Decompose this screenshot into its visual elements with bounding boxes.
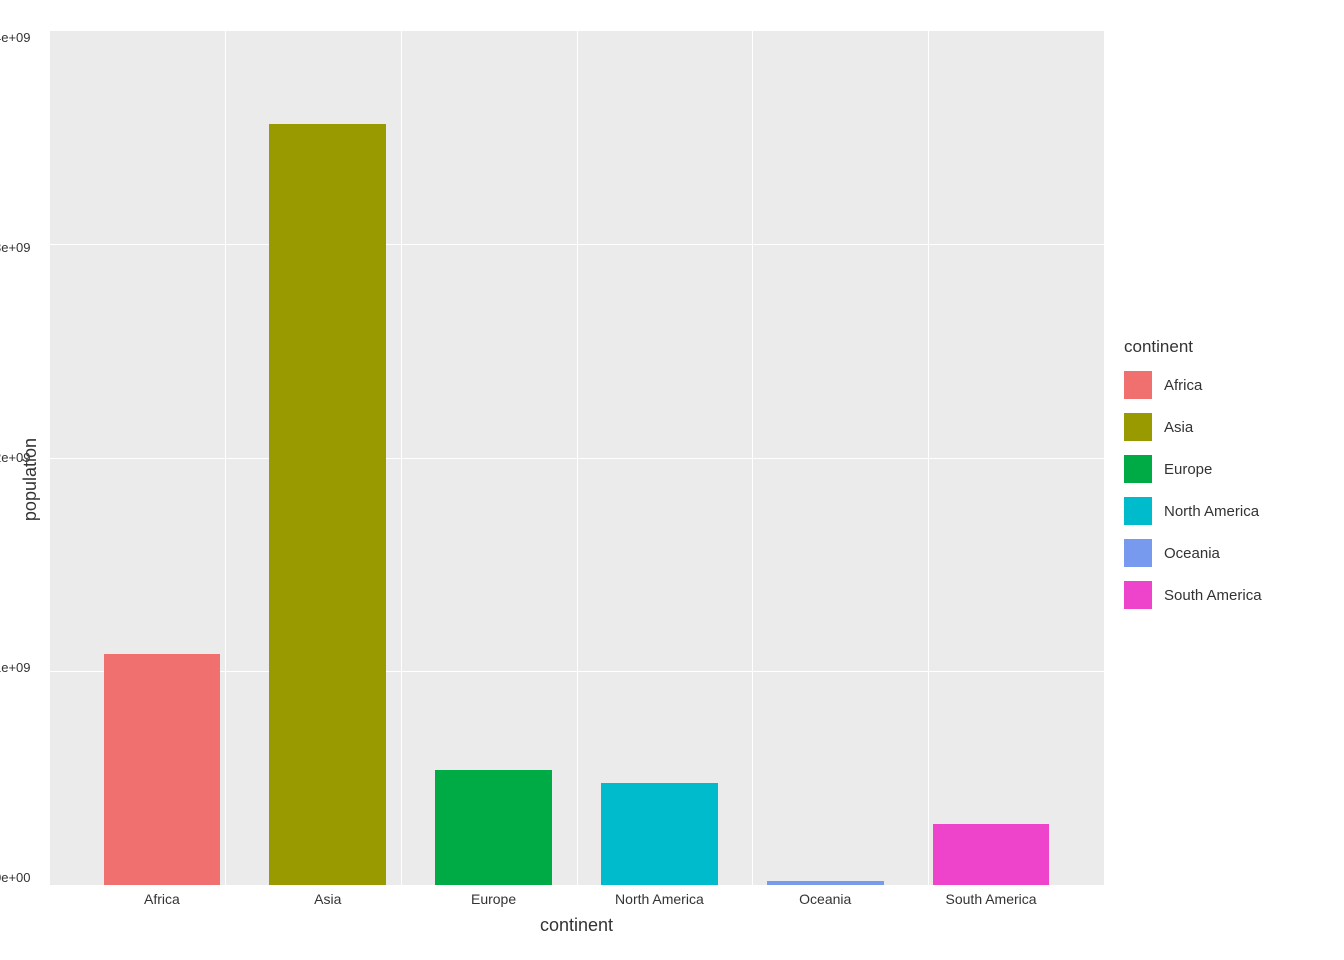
bar-group-north-america — [586, 30, 732, 885]
bar-north-america — [601, 783, 718, 885]
legend-label-south-america: South America — [1164, 587, 1262, 604]
legend-item-oceania: Oceania — [1124, 539, 1304, 567]
bar-africa — [104, 654, 221, 885]
x-label-asia: Asia — [255, 891, 401, 907]
x-axis-title: continent — [49, 915, 1104, 936]
legend-color-asia — [1124, 413, 1152, 441]
x-axis-labels: Africa Asia Europe North America Oceania… — [49, 891, 1104, 907]
legend-color-europe — [1124, 455, 1152, 483]
y-tick-5: 4e+09 — [0, 30, 31, 45]
legend-label-north-america: North America — [1164, 503, 1259, 520]
bar-group-europe — [421, 30, 567, 885]
x-label-oceania: Oceania — [752, 891, 898, 907]
x-label-africa: Africa — [89, 891, 235, 907]
x-label-europe: Europe — [421, 891, 567, 907]
bar-south-america — [933, 824, 1050, 885]
legend-color-north-america — [1124, 497, 1152, 525]
y-tick-1: 0e+00 — [0, 870, 31, 885]
legend-item-europe: Europe — [1124, 455, 1304, 483]
legend-item-south-america: South America — [1124, 581, 1304, 609]
plot-and-legend: 4e+09 3e+09 2e+09 1e+09 0e+00 — [49, 20, 1324, 940]
legend-title: continent — [1124, 337, 1304, 357]
legend-label-europe: Europe — [1164, 461, 1212, 478]
y-tick-4: 3e+09 — [0, 240, 31, 255]
grid-line-bottom — [49, 885, 1104, 886]
x-label-north-america: North America — [586, 891, 732, 907]
legend-item-africa: Africa — [1124, 371, 1304, 399]
grid-and-bars: 4e+09 3e+09 2e+09 1e+09 0e+00 — [49, 30, 1104, 885]
legend-color-africa — [1124, 371, 1152, 399]
bars-container — [49, 30, 1104, 885]
bar-europe — [435, 770, 552, 885]
y-tick-3: 2e+09 — [0, 450, 31, 465]
bar-group-oceania — [752, 30, 898, 885]
chart-container: population 4e+09 3e+09 2e+09 1e+09 0e+00 — [0, 0, 1344, 960]
x-label-south-america: South America — [918, 891, 1064, 907]
bar-oceania — [767, 881, 884, 885]
legend-item-north-america: North America — [1124, 497, 1304, 525]
y-axis-ticks: 4e+09 3e+09 2e+09 1e+09 0e+00 — [0, 30, 31, 885]
bar-group-south-america — [918, 30, 1064, 885]
legend: continent Africa Asia Europe — [1104, 20, 1324, 940]
plot-area: 4e+09 3e+09 2e+09 1e+09 0e+00 — [49, 20, 1324, 940]
legend-label-asia: Asia — [1164, 419, 1193, 436]
legend-label-africa: Africa — [1164, 377, 1202, 394]
y-tick-2: 1e+09 — [0, 660, 31, 675]
legend-label-oceania: Oceania — [1164, 545, 1220, 562]
legend-item-asia: Asia — [1124, 413, 1304, 441]
legend-color-oceania — [1124, 539, 1152, 567]
chart-wrapper: population 4e+09 3e+09 2e+09 1e+09 0e+00 — [20, 20, 1324, 940]
bar-asia — [269, 124, 386, 885]
plot-inner: 4e+09 3e+09 2e+09 1e+09 0e+00 — [49, 20, 1104, 940]
bar-group-asia — [255, 30, 401, 885]
bar-group-africa — [89, 30, 235, 885]
legend-color-south-america — [1124, 581, 1152, 609]
